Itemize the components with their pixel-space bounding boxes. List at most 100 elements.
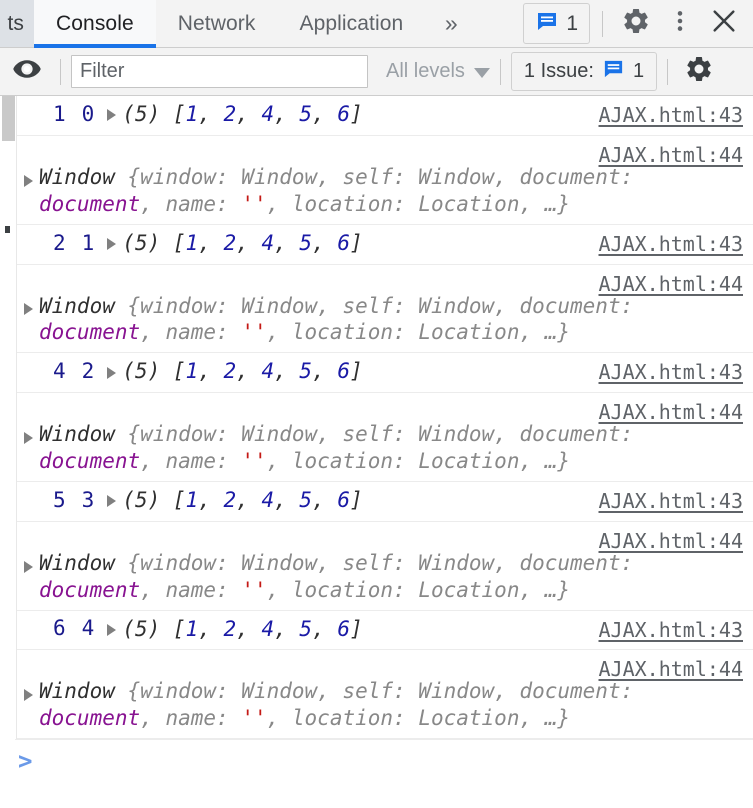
- triangle-right-icon: [23, 432, 33, 444]
- array-open-bracket: [: [172, 102, 186, 126]
- string-value: '': [241, 320, 267, 345]
- issues-summary-label: 1 Issue:: [523, 60, 594, 82]
- source-location-link[interactable]: AJAX.html:43: [599, 489, 744, 513]
- log-levels-label: All levels: [386, 60, 465, 82]
- tabs-overflow-button[interactable]: »: [425, 0, 477, 47]
- tab-elements-label: ts: [7, 11, 24, 35]
- array-item: 4: [261, 359, 275, 384]
- source-location-link[interactable]: AJAX.html:44: [599, 400, 744, 424]
- console-scrollbar[interactable]: [0, 96, 15, 808]
- console-scrollbar-thumb[interactable]: [2, 96, 15, 141]
- console-object-row: Window {window: Window, self: Window, do…: [17, 522, 753, 611]
- array-open-bracket: [: [172, 359, 186, 384]
- devtools-window: ts Console Network Application » 1 Filte…: [0, 0, 753, 808]
- source-location-link[interactable]: AJAX.html:44: [599, 143, 744, 167]
- array-separator: ,: [198, 487, 224, 512]
- array-item: 1: [185, 487, 199, 512]
- source-location-link[interactable]: AJAX.html:43: [599, 618, 744, 642]
- triangle-right-icon: [106, 109, 116, 122]
- tab-application[interactable]: Application: [277, 0, 425, 47]
- counter-a: 6: [53, 616, 66, 641]
- array-item: 2: [223, 230, 237, 255]
- issues-summary-button[interactable]: 1 Issue: 1: [510, 52, 658, 91]
- array-item: 1: [185, 230, 199, 255]
- source-location-link[interactable]: AJAX.html:43: [599, 232, 744, 256]
- array-item: 1: [185, 616, 199, 641]
- source-location-link[interactable]: AJAX.html:44: [599, 529, 744, 553]
- tab-network[interactable]: Network: [156, 0, 278, 47]
- array-separator: ,: [236, 102, 262, 126]
- array-separator: ,: [236, 616, 262, 641]
- object-property-text: }: [557, 449, 571, 473]
- issues-count: 1: [566, 12, 578, 35]
- issues-summary-count: 1: [632, 60, 645, 82]
- expand-object-toggle[interactable]: [17, 173, 39, 187]
- filterbar-divider-2: [499, 58, 501, 85]
- object-property-text: , location: Location,: [266, 191, 545, 216]
- console-array-row: 6 4 (5) [1, 2, 4, 5, 6] AJAX.html:43: [17, 611, 753, 651]
- issues-counter-button[interactable]: 1: [523, 3, 590, 44]
- object-value: document: [39, 577, 141, 602]
- toolbar-divider: [602, 10, 603, 37]
- expand-array-toggle[interactable]: [100, 107, 122, 122]
- array-length: (5): [122, 487, 173, 512]
- filterbar-divider-1: [60, 58, 61, 85]
- source-location-link[interactable]: AJAX.html:43: [599, 360, 744, 384]
- expand-object-toggle[interactable]: [17, 430, 39, 444]
- expand-array-toggle[interactable]: [100, 622, 122, 636]
- ellipsis-token: …: [544, 191, 558, 216]
- array-separator: ,: [312, 102, 338, 126]
- console-settings-button[interactable]: [678, 51, 720, 93]
- triangle-right-icon: [106, 238, 116, 251]
- console-prompt-input[interactable]: [42, 748, 753, 775]
- expand-object-toggle[interactable]: [17, 687, 39, 702]
- source-location-link[interactable]: AJAX.html:44: [599, 657, 744, 681]
- array-length: (5): [122, 359, 173, 384]
- console-object-row: Window {window: Window, self: Window, do…: [17, 393, 753, 482]
- array-item: 1: [185, 359, 199, 384]
- source-location-link[interactable]: AJAX.html:43: [599, 103, 744, 127]
- log-counters: 10: [17, 103, 100, 125]
- message-issue-icon: [602, 57, 625, 86]
- expand-array-toggle[interactable]: [100, 236, 122, 251]
- array-item: 5: [299, 487, 313, 512]
- array-open-bracket: [: [172, 616, 186, 641]
- more-options-button[interactable]: [659, 3, 701, 45]
- chevron-double-right-icon: »: [444, 10, 458, 36]
- console-sidebar-toggle-button[interactable]: [4, 49, 50, 95]
- log-levels-dropdown[interactable]: All levels: [386, 60, 490, 83]
- settings-button[interactable]: [615, 3, 657, 45]
- string-value: '': [241, 191, 267, 216]
- expand-object-toggle[interactable]: [17, 301, 39, 316]
- expand-object-toggle[interactable]: [17, 559, 39, 573]
- close-devtools-button[interactable]: [703, 3, 745, 45]
- tab-elements-partial[interactable]: ts: [0, 0, 34, 47]
- array-length: (5): [122, 616, 173, 641]
- expand-array-toggle[interactable]: [100, 365, 122, 379]
- filter-input[interactable]: [71, 55, 368, 88]
- array-separator: ,: [236, 359, 262, 384]
- tab-console-label: Console: [56, 11, 134, 35]
- console-object-row: Window {window: Window, self: Window, do…: [17, 136, 753, 225]
- array-separator: ,: [236, 230, 262, 255]
- ellipsis-token: …: [544, 449, 558, 473]
- console-object-row: Window {window: Window, self: Window, do…: [17, 650, 753, 740]
- array-separator: ,: [312, 230, 338, 255]
- log-counters: 53: [17, 489, 100, 511]
- array-item: 6: [337, 359, 351, 384]
- array-length: (5): [122, 230, 173, 255]
- string-value: '': [241, 706, 267, 731]
- object-property-text: {window: Window, self: Window, document:: [127, 679, 646, 704]
- string-value: '': [241, 577, 267, 602]
- message-issue-icon: [535, 9, 559, 38]
- array-separator: ,: [274, 359, 300, 384]
- console-prompt-row[interactable]: >: [0, 739, 753, 782]
- source-location-link[interactable]: AJAX.html:44: [599, 272, 744, 296]
- object-value: document: [39, 191, 141, 216]
- expand-array-toggle[interactable]: [100, 493, 122, 508]
- array-item: 2: [223, 359, 237, 384]
- tab-console[interactable]: Console: [34, 0, 156, 48]
- array-item: 4: [261, 487, 275, 512]
- kebab-menu-icon: [667, 8, 693, 39]
- array-open-bracket: [: [172, 230, 186, 255]
